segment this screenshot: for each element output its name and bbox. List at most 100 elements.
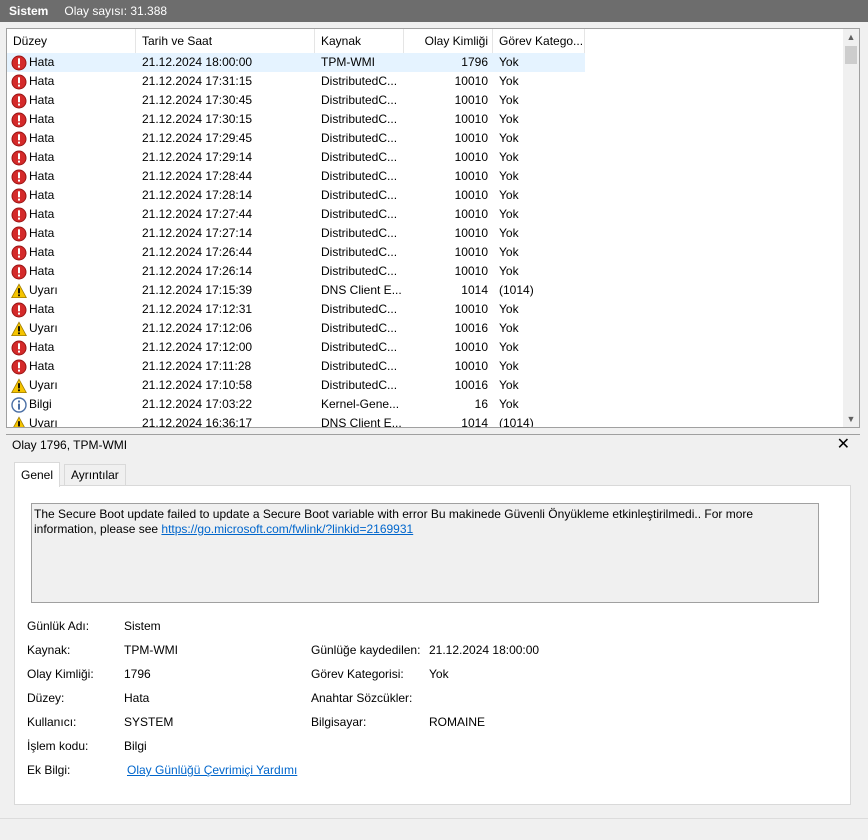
row-source: DistributedC... [321,112,398,126]
warning-icon [11,377,27,394]
row-date: 21.12.2024 17:30:45 [142,93,253,107]
row-level: Hata [11,186,135,205]
table-row[interactable]: Bilgi 21.12.2024 17:03:22 Kernel-Gene... 16… [7,395,845,414]
event-detail-title: Olay 1796, TPM-WMI [12,438,128,452]
row-task-category: (1014) [499,283,534,297]
row-level-text: Hata [29,150,55,164]
row-task-category: Yok [499,302,519,316]
row-task-category: Yok [499,188,519,202]
table-row[interactable]: Hata 21.12.2024 17:12:31 DistributedC... 10… [7,300,845,319]
row-date: 21.12.2024 17:12:06 [142,321,253,335]
table-row[interactable]: Hata 21.12.2024 17:30:45 DistributedC... 10… [7,91,845,110]
table-row[interactable]: Hata 21.12.2024 17:28:14 DistributedC... 10… [7,186,845,205]
error-icon [11,188,27,204]
row-level-text: Uyarı [29,283,58,297]
row-level-text: Hata [29,245,55,259]
row-source: DNS Client E... [321,416,402,428]
row-event-id: 1014 [461,416,488,428]
table-row[interactable]: Hata 21.12.2024 17:30:15 DistributedC... 10… [7,110,845,129]
list-scrollbar[interactable]: ▲ ▼ [843,29,859,427]
table-row[interactable]: Hata 21.12.2024 17:27:14 DistributedC... 10… [7,224,845,243]
row-level-text: Uyarı [29,378,58,392]
row-task-category: Yok [499,226,519,240]
event-description-link[interactable]: https://go.microsoft.com/fwlink/?linkid=… [161,522,413,536]
event-list[interactable]: Düzey Tarih ve Saat Kaynak Olay Kimliği … [6,28,860,428]
row-event-id: 10010 [454,264,488,278]
warning-icon [11,320,27,337]
table-row[interactable]: Hata 21.12.2024 17:12:00 DistributedC... 10… [7,338,845,357]
row-level-text: Uyarı [29,416,58,428]
table-row[interactable]: Hata 21.12.2024 18:00:00 TPM-WMI 1796 Yok [7,53,845,72]
column-header-level[interactable]: Düzey [7,29,136,53]
tab-general[interactable]: Genel [14,462,61,487]
scroll-thumb[interactable] [845,46,857,64]
level-label: Düzey: [27,691,65,705]
table-row[interactable]: Uyarı 21.12.2024 16:36:17 DNS Client E... 1… [7,414,845,428]
row-source: DistributedC... [321,93,398,107]
row-level: Hata [11,129,135,148]
row-date: 21.12.2024 17:29:14 [142,150,253,164]
table-row[interactable]: Uyarı 21.12.2024 17:12:06 DistributedC... 1… [7,319,845,338]
row-event-id: 10010 [454,131,488,145]
scroll-down-icon[interactable]: ▼ [843,411,859,427]
table-row[interactable]: Uyarı 21.12.2024 17:15:39 DNS Client E... 1… [7,281,845,300]
row-event-id: 10010 [454,245,488,259]
row-task-category: Yok [499,169,519,183]
table-row[interactable]: Hata 21.12.2024 17:31:15 DistributedC... 10… [7,72,845,91]
error-icon [11,340,27,356]
close-icon[interactable]: ✕ [837,435,850,455]
row-level: Uyarı [11,281,135,300]
row-event-id: 10016 [454,378,488,392]
column-header-task-category[interactable]: Görev Katego... [493,29,585,53]
table-row[interactable]: Hata 21.12.2024 17:11:28 DistributedC... 10… [7,357,845,376]
error-icon [11,150,27,166]
column-header-event-id[interactable]: Olay Kimliği [404,29,493,53]
error-icon [11,207,27,223]
general-tab-panel: The Secure Boot update failed to update … [14,485,851,805]
level-value: Hata [124,691,150,705]
event-id-value: 1796 [124,667,151,681]
row-level-text: Hata [29,264,55,278]
tab-details[interactable]: Ayrıntılar [64,464,126,486]
row-event-id: 10010 [454,169,488,183]
row-date: 21.12.2024 17:28:14 [142,188,253,202]
row-task-category: (1014) [499,416,534,428]
row-source: DNS Client E... [321,283,402,297]
table-row[interactable]: Hata 21.12.2024 17:29:45 DistributedC... 10… [7,129,845,148]
row-date: 21.12.2024 17:12:31 [142,302,253,316]
computer-label: Bilgisayar: [311,715,367,729]
row-source: DistributedC... [321,188,398,202]
row-date: 21.12.2024 17:29:45 [142,131,253,145]
row-level-text: Hata [29,359,55,373]
scroll-up-icon[interactable]: ▲ [843,29,859,45]
row-level-text: Hata [29,302,55,316]
row-level: Hata [11,300,135,319]
table-row[interactable]: Hata 21.12.2024 17:26:14 DistributedC... 10… [7,262,845,281]
table-row[interactable]: Hata 21.12.2024 17:27:44 DistributedC... 10… [7,205,845,224]
error-icon [11,226,27,242]
row-source: DistributedC... [321,74,398,88]
table-row[interactable]: Hata 21.12.2024 17:29:14 DistributedC... 10… [7,148,845,167]
row-event-id: 10010 [454,302,488,316]
error-icon [11,264,27,280]
column-header-date[interactable]: Tarih ve Saat [136,29,315,53]
error-icon [11,302,27,318]
event-list-header: Düzey Tarih ve Saat Kaynak Olay Kimliği … [7,29,847,53]
error-icon [11,93,27,109]
row-level: Hata [11,262,135,281]
column-header-source[interactable]: Kaynak [315,29,404,53]
event-description[interactable]: The Secure Boot update failed to update … [31,503,819,603]
row-task-category: Yok [499,74,519,88]
task-category-value: Yok [429,667,449,681]
row-source: DistributedC... [321,245,398,259]
table-row[interactable]: Hata 21.12.2024 17:28:44 DistributedC... 10… [7,167,845,186]
row-level: Hata [11,205,135,224]
table-row[interactable]: Hata 21.12.2024 17:26:44 DistributedC... 10… [7,243,845,262]
row-level: Hata [11,110,135,129]
row-event-id: 10010 [454,188,488,202]
table-row[interactable]: Uyarı 21.12.2024 17:10:58 DistributedC... 1… [7,376,845,395]
row-event-id: 1796 [461,55,488,69]
row-level-text: Hata [29,169,55,183]
row-task-category: Yok [499,207,519,221]
online-help-link[interactable]: Olay Günlüğü Çevrimiçi Yardımı [127,763,297,777]
